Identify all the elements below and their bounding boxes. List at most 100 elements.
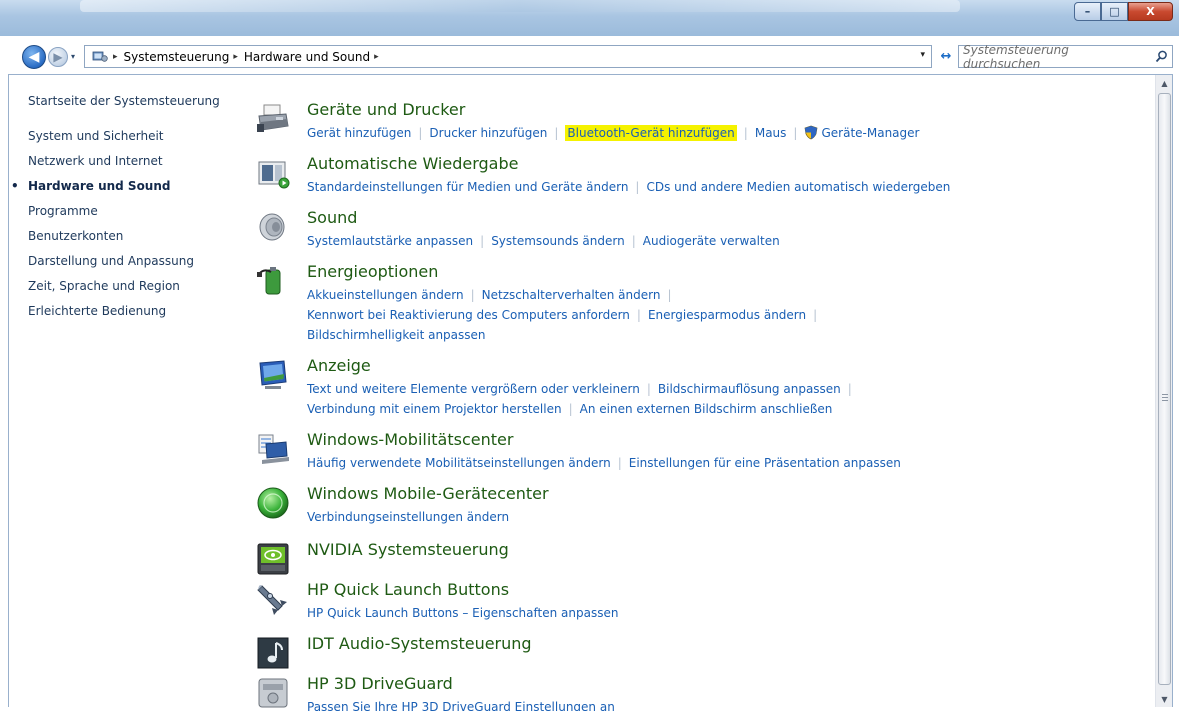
link-maus[interactable]: Maus — [755, 126, 787, 140]
autoplay-icon[interactable] — [256, 156, 290, 190]
link-praesentation-anpassen[interactable]: Einstellungen für eine Präsentation anpa… — [629, 456, 901, 470]
scroll-up-button[interactable]: ▲ — [1156, 75, 1173, 91]
sidebar-item-label: Erleichterte Bedienung — [28, 304, 167, 318]
category-title-anzeige[interactable]: Anzeige — [307, 356, 371, 375]
minimize-button[interactable]: – — [1074, 2, 1101, 21]
sync-globe-icon[interactable] — [256, 486, 290, 520]
sidebar-item-netzwerk-und-internet[interactable]: Netzwerk und Internet — [28, 153, 194, 178]
link-separator: | — [470, 288, 475, 302]
link-verbindung-projektor[interactable]: Verbindung mit einem Projektor herstelle… — [307, 402, 562, 416]
refresh-button[interactable]: ↔ — [936, 45, 956, 68]
address-dropdown-button[interactable]: ▾ — [920, 50, 925, 60]
category-title-sound[interactable]: Sound — [307, 208, 357, 227]
sidebar-item-erleichterte-bedienung[interactable]: Erleichterte Bedienung — [28, 303, 194, 328]
link-separator: | — [813, 308, 818, 322]
back-button[interactable]: ◀ — [22, 45, 46, 69]
category-title-energieoptionen[interactable]: Energieoptionen — [307, 262, 438, 281]
sidebar-home-link[interactable]: Startseite der Systemsteuerung — [28, 94, 220, 108]
link-systemlautstaerke-anpassen[interactable]: Systemlautstärke anpassen — [307, 234, 473, 248]
sidebar-nav: System und Sicherheit Netzwerk und Inter… — [11, 128, 194, 328]
breadcrumb-hardware-und-sound[interactable]: Hardware und Sound — [244, 50, 370, 64]
link-bluetooth-geraet-hinzufuegen[interactable]: Bluetooth-Gerät hinzufügen — [565, 125, 737, 141]
display-icon[interactable] — [256, 358, 290, 392]
category-links: Verbindungseinstellungen ändern — [307, 507, 1127, 527]
link-separator: | — [667, 288, 672, 302]
sidebar-item-zeit-sprache-und-region[interactable]: Zeit, Sprache und Region — [28, 278, 194, 303]
link-akkueinstellungen-aendern[interactable]: Akkueinstellungen ändern — [307, 288, 464, 302]
link-text-vergroessern[interactable]: Text und weitere Elemente vergrößern ode… — [307, 382, 640, 396]
link-systemsounds-aendern[interactable]: Systemsounds ändern — [491, 234, 625, 248]
link-bildschirmaufloesung-anpassen[interactable]: Bildschirmauflösung anpassen — [658, 382, 841, 396]
link-audiogeraete-verwalten[interactable]: Audiogeräte verwalten — [643, 234, 780, 248]
link-separator: | — [631, 234, 636, 248]
title-bar: – □ X — [0, 0, 1179, 36]
speaker-icon[interactable] — [256, 210, 290, 244]
sidebar-item-programme[interactable]: Programme — [28, 203, 194, 228]
category-title-windows-mobile-geraetecenter[interactable]: Windows Mobile-Gerätecenter — [307, 484, 549, 503]
link-geraet-hinzufuegen[interactable]: Gerät hinzufügen — [307, 126, 411, 140]
breadcrumb-systemsteuerung[interactable]: Systemsteuerung — [124, 50, 230, 64]
search-box[interactable]: Systemsteuerung durchsuchen — [958, 43, 1173, 71]
link-bildschirmhelligkeit-anpassen[interactable]: Bildschirmhelligkeit anpassen — [307, 328, 486, 342]
category-title-automatische-wiedergabe[interactable]: Automatische Wiedergabe — [307, 154, 518, 173]
sidebar-item-label: System und Sicherheit — [28, 129, 164, 143]
sidebar-item-label: Darstellung und Anpassung — [28, 254, 194, 268]
link-standardeinstellungen-medien[interactable]: Standardeinstellungen für Medien und Ger… — [307, 180, 628, 194]
link-netzschalterverhalten-aendern[interactable]: Netzschalterverhalten ändern — [482, 288, 661, 302]
sidebar-item-label: Programme — [28, 204, 98, 218]
sidebar-item-system-und-sicherheit[interactable]: System und Sicherheit — [28, 128, 194, 153]
breadcrumb-separator[interactable]: ▸ — [374, 52, 379, 62]
scroll-grip-icon — [1162, 394, 1168, 403]
sidebar-item-darstellung-und-anpassung[interactable]: Darstellung und Anpassung — [28, 253, 194, 278]
sidebar-item-label: Netzwerk und Internet — [28, 154, 163, 168]
control-panel-window: – □ X ◀ ▶ ▾ ▸ Systemsteuerung ▸ Hardware… — [0, 0, 1179, 711]
active-bullet: • — [11, 179, 19, 193]
category-title-idt-audio-systemsteuerung[interactable]: IDT Audio-Systemsteuerung — [307, 634, 532, 653]
title-bar-glass — [80, 0, 960, 12]
link-separator: | — [568, 402, 573, 416]
category-title-hp-quick-launch-buttons[interactable]: HP Quick Launch Buttons — [307, 580, 509, 599]
link-separator: | — [554, 126, 559, 140]
recent-pages-dropdown[interactable]: ▾ — [71, 52, 80, 62]
window-controls: – □ X — [1074, 2, 1173, 21]
address-bar[interactable]: ▸ Systemsteuerung ▸ Hardware und Sound ▸… — [84, 45, 932, 68]
link-energiesparmodus-aendern[interactable]: Energiesparmodus ändern — [648, 308, 806, 322]
category-title-geraete-und-drucker[interactable]: Geräte und Drucker — [307, 100, 465, 119]
link-hp-quick-launch-eigenschaften[interactable]: HP Quick Launch Buttons – Eigenschaften … — [307, 606, 618, 620]
vertical-scrollbar[interactable]: ▲ ▼ — [1155, 75, 1172, 707]
sidebar-item-hardware-und-sound[interactable]: • Hardware und Sound — [11, 178, 194, 203]
category-title-nvidia-systemsteuerung[interactable]: NVIDIA Systemsteuerung — [307, 540, 509, 559]
printer-icon[interactable] — [256, 102, 290, 136]
battery-icon[interactable] — [256, 264, 290, 298]
link-hp-3d-driveguard-einstellungen[interactable]: Passen Sie Ihre HP 3D DriveGuard Einstel… — [307, 700, 615, 711]
sidebar-item-label: Hardware und Sound — [28, 179, 171, 193]
link-verbindungseinstellungen-aendern[interactable]: Verbindungseinstellungen ändern — [307, 510, 509, 524]
breadcrumb-separator: ▸ — [113, 51, 118, 62]
mobility-icon[interactable] — [256, 432, 290, 466]
breadcrumb-separator[interactable]: ▸ — [233, 52, 238, 62]
link-mobilitaetseinstellungen-aendern[interactable]: Häufig verwendete Mobilitätseinstellunge… — [307, 456, 611, 470]
link-separator: | — [617, 456, 622, 470]
close-button[interactable]: X — [1128, 2, 1173, 21]
rocket-icon[interactable] — [256, 582, 290, 616]
music-note-icon[interactable] — [256, 636, 290, 670]
nvidia-icon[interactable] — [256, 542, 290, 576]
scroll-thumb[interactable] — [1158, 93, 1171, 685]
sidebar-item-benutzerkonten[interactable]: Benutzerkonten — [28, 228, 194, 253]
link-separator: | — [646, 382, 651, 396]
link-geraete-manager[interactable]: Geräte-Manager — [821, 126, 919, 140]
category-links: HP Quick Launch Buttons – Eigenschaften … — [307, 603, 1127, 623]
maximize-button[interactable]: □ — [1101, 2, 1128, 21]
link-kennwort-bei-reaktivierung[interactable]: Kennwort bei Reaktivierung des Computers… — [307, 308, 630, 322]
category-title-hp-3d-driveguard[interactable]: HP 3D DriveGuard — [307, 674, 453, 693]
link-cds-automatisch-wiedergeben[interactable]: CDs und andere Medien automatisch wieder… — [646, 180, 950, 194]
drive-icon[interactable] — [256, 676, 290, 710]
search-icon[interactable] — [1150, 50, 1172, 63]
category-title-windows-mobilitaetscenter[interactable]: Windows-Mobilitätscenter — [307, 430, 513, 449]
search-input[interactable]: Systemsteuerung durchsuchen — [963, 43, 1150, 71]
link-externen-bildschirm[interactable]: An einen externen Bildschirm anschließen — [580, 402, 833, 416]
scroll-down-button[interactable]: ▼ — [1156, 691, 1173, 707]
forward-button[interactable]: ▶ — [48, 47, 68, 67]
category-links: Standardeinstellungen für Medien und Ger… — [307, 177, 1127, 197]
link-drucker-hinzufuegen[interactable]: Drucker hinzufügen — [429, 126, 547, 140]
